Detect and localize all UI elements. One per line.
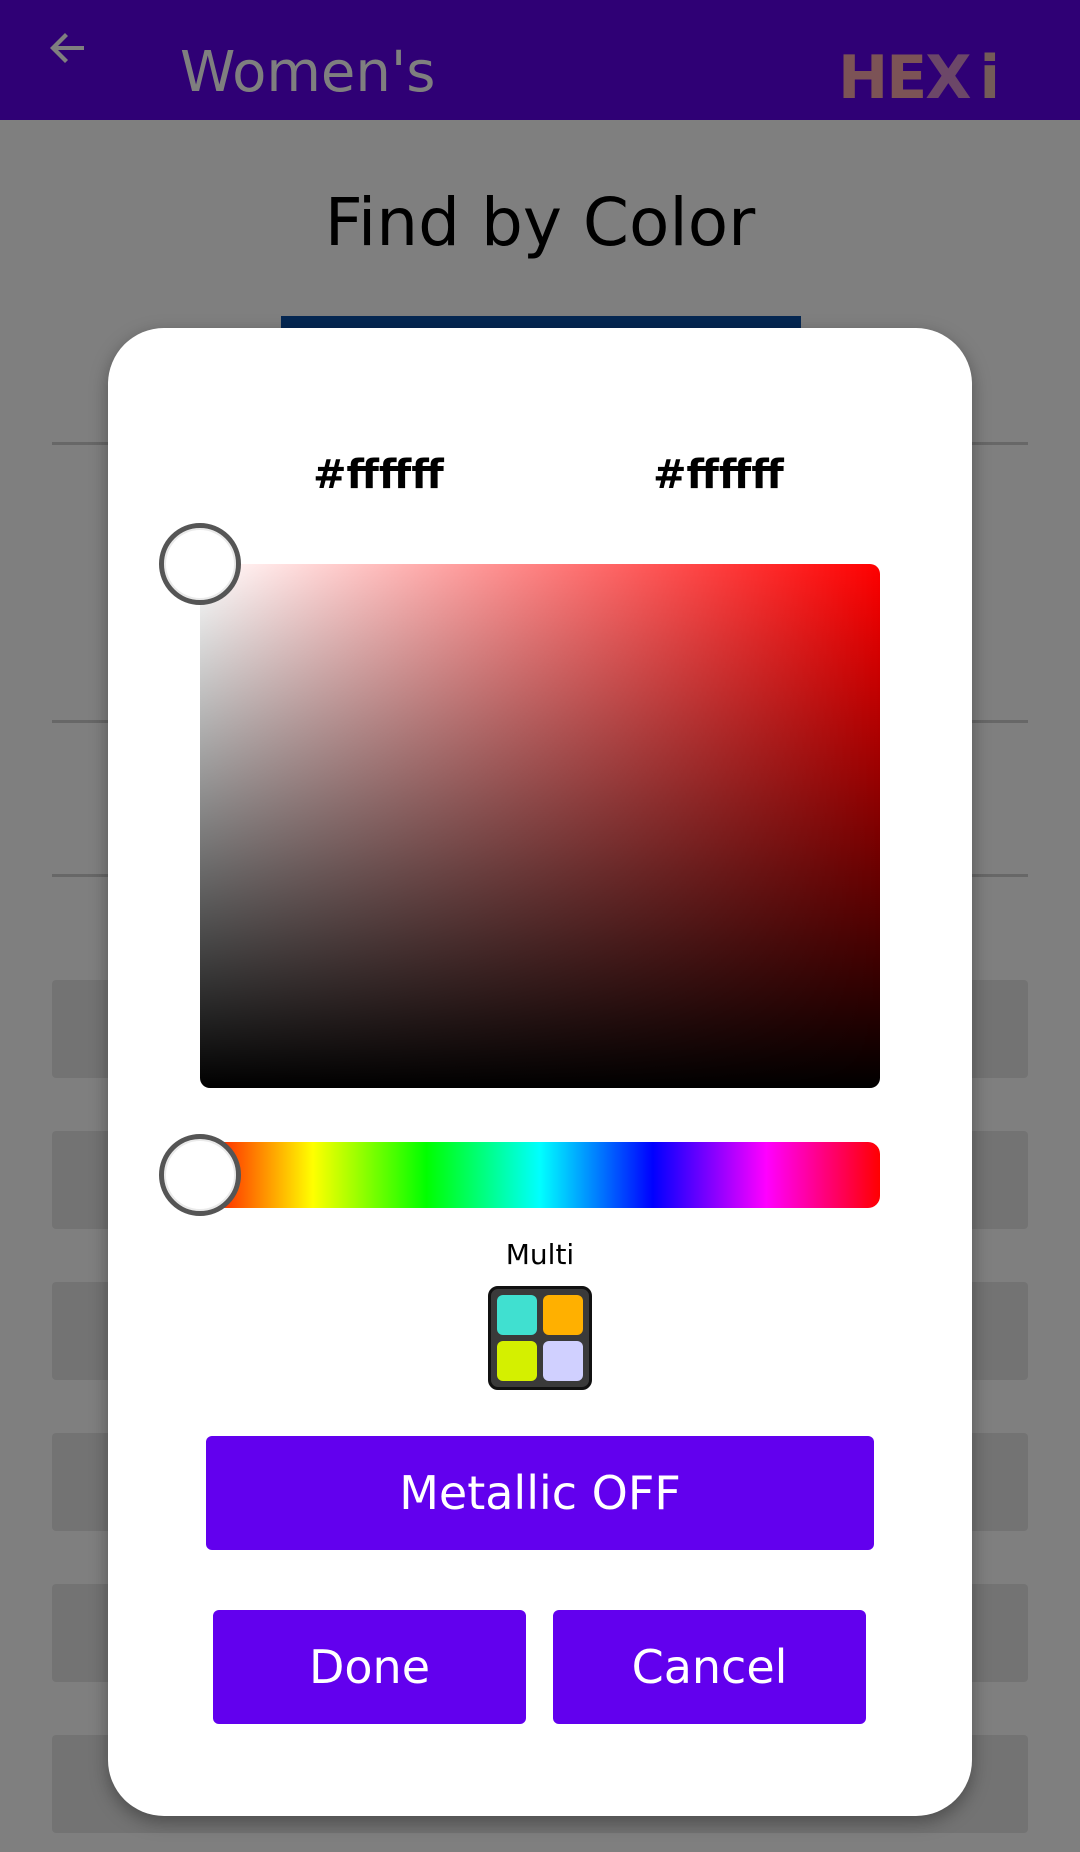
hue-slider[interactable]: [200, 1142, 880, 1208]
swatch-amber: [543, 1295, 583, 1335]
hue-slider-knob[interactable]: [159, 1134, 241, 1216]
multi-color-button[interactable]: [488, 1286, 592, 1390]
saturation-value-knob[interactable]: [159, 523, 241, 605]
saturation-value-picker[interactable]: [200, 564, 880, 1088]
metallic-toggle-button[interactable]: Metallic OFF: [206, 1436, 874, 1550]
multi-label: Multi: [505, 1238, 575, 1271]
swatch-lavender: [543, 1341, 583, 1381]
done-button[interactable]: Done: [213, 1610, 526, 1724]
cancel-button[interactable]: Cancel: [553, 1610, 866, 1724]
hex-value-current: #ffffff: [313, 452, 444, 498]
hex-value-new: #ffffff: [653, 452, 784, 498]
swatch-lime: [497, 1341, 537, 1381]
swatch-teal: [497, 1295, 537, 1335]
